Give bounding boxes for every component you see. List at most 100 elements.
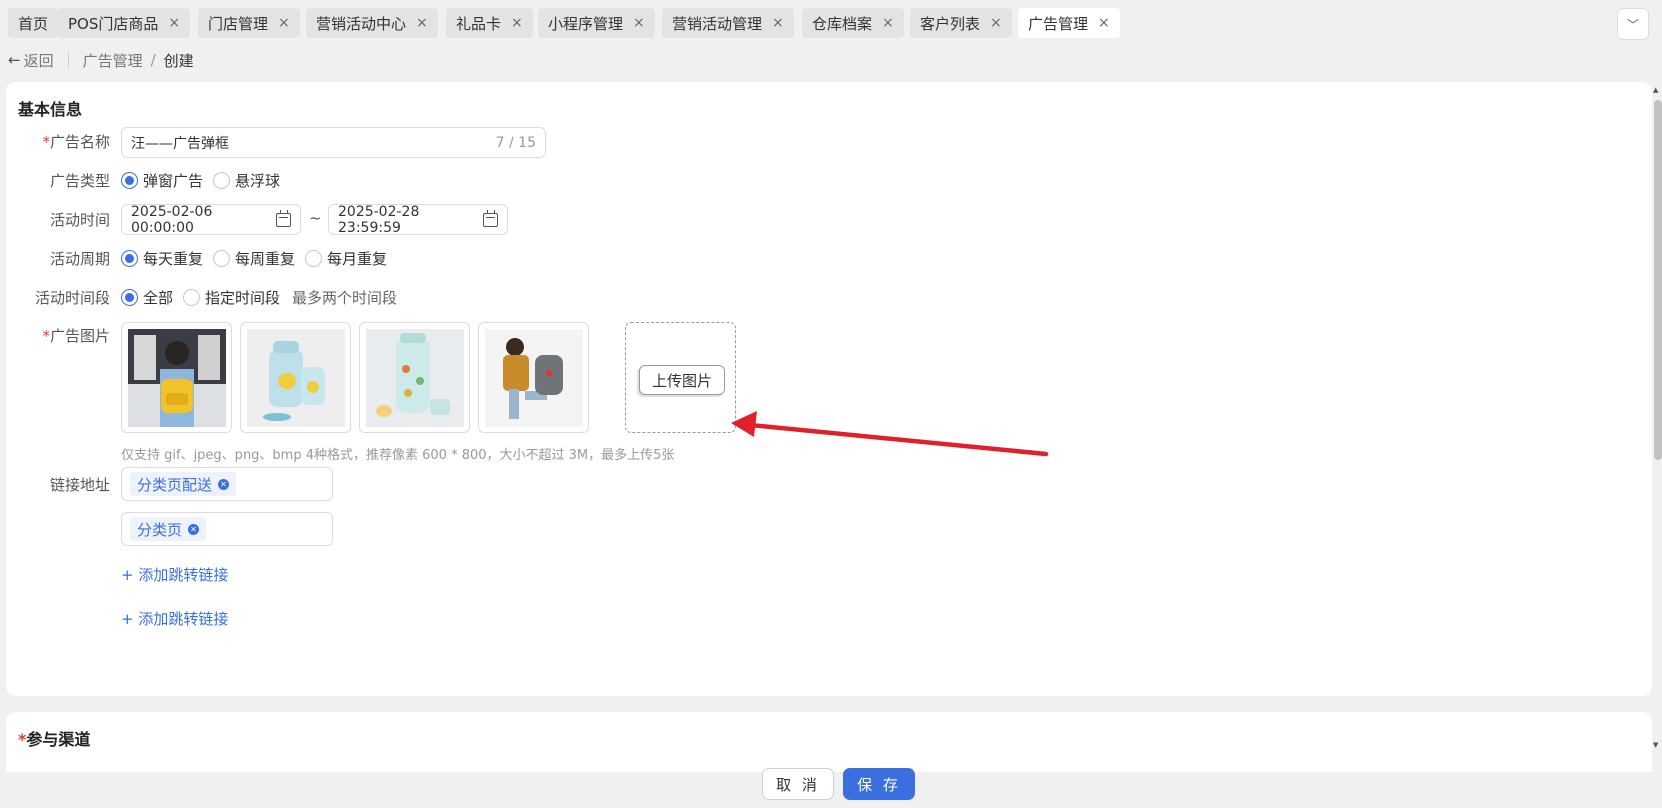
- ad-name-input[interactable]: 汪——广告弹框 7 / 15: [121, 127, 546, 158]
- cancel-button[interactable]: 取 消: [762, 768, 834, 800]
- tab-label: 营销活动管理: [672, 14, 763, 33]
- tab-ad-management[interactable]: 广告管理 ×: [1018, 8, 1120, 38]
- radio-dot: [121, 249, 138, 267]
- add-link-button[interactable]: + 添加跳转链接: [121, 608, 228, 629]
- basic-info-card: 基本信息 *广告名称 汪——广告弹框 7 / 15 广告类型 弹窗广告 悬浮球 …: [6, 82, 1652, 696]
- end-date-picker[interactable]: 2025-02-28 23:59:59: [328, 203, 508, 236]
- close-icon[interactable]: ×: [772, 15, 784, 31]
- char-count: 7 / 15: [495, 134, 536, 151]
- radio-dot: [305, 249, 323, 267]
- breadcrumb-current: 创建: [163, 51, 194, 70]
- start-date-picker[interactable]: 2025-02-06 00:00:00: [121, 203, 301, 236]
- close-icon[interactable]: ×: [278, 15, 290, 31]
- tab-mini-program[interactable]: 小程序管理 ×: [538, 8, 655, 38]
- close-icon[interactable]: ×: [1098, 15, 1110, 31]
- image-thumbnail-4[interactable]: [478, 322, 589, 433]
- close-icon[interactable]: ×: [416, 15, 428, 31]
- label-text: 广告名称: [49, 133, 110, 151]
- upload-image-button[interactable]: 上传图片: [639, 365, 725, 395]
- back-button[interactable]: ← 返回: [8, 50, 54, 71]
- tag-label: 分类页配送: [137, 475, 213, 494]
- tab-home[interactable]: 首页: [8, 8, 59, 38]
- save-button[interactable]: 保 存: [843, 768, 915, 800]
- scrollbar-thumb[interactable]: [1654, 100, 1662, 460]
- ad-name-value: 汪——广告弹框: [131, 135, 229, 152]
- link-tag: 分类页配送 ✕: [130, 472, 237, 496]
- tab-gift-card[interactable]: 礼品卡 ×: [446, 8, 533, 38]
- scroll-up-icon[interactable]: ▲: [1653, 86, 1658, 94]
- radio-daily[interactable]: 每天重复: [121, 248, 203, 269]
- tab-label: 仓库档案: [812, 14, 873, 33]
- tab-customer-list[interactable]: 客户列表 ×: [910, 8, 1012, 38]
- link-select-1[interactable]: 分类页配送 ✕: [121, 467, 333, 501]
- ad-type-label: 广告类型: [49, 172, 110, 190]
- image-thumbnail-1[interactable]: [121, 322, 232, 433]
- radio-label: 每月重复: [327, 249, 388, 268]
- link-select-2[interactable]: 分类页 ✕: [121, 512, 333, 546]
- scroll-down-icon[interactable]: ▼: [1653, 741, 1658, 749]
- period-radio-group: 全部 指定时间段 最多两个时间段: [121, 286, 397, 308]
- end-date-value: 2025-02-28 23:59:59: [338, 203, 420, 236]
- breadcrumb: ← 返回 广告管理 / 创建: [8, 49, 194, 71]
- activity-period-label: 活动时间段: [34, 289, 110, 307]
- period-hint: 最多两个时间段: [292, 288, 398, 307]
- thermos-bottle-photo: [365, 328, 464, 427]
- radio-dot: [213, 249, 231, 267]
- radio-monthly[interactable]: 每月重复: [305, 248, 387, 269]
- tab-marketing-center[interactable]: 营销活动中心 ×: [306, 8, 438, 38]
- tab-label: 小程序管理: [548, 14, 624, 33]
- date-range-separator: ~: [309, 209, 322, 227]
- required-mark: *: [42, 133, 50, 151]
- close-icon[interactable]: ✕: [188, 523, 200, 535]
- image-thumbnail-2[interactable]: [240, 322, 351, 433]
- close-icon[interactable]: ×: [511, 15, 523, 31]
- label-text: 广告图片: [49, 327, 110, 345]
- section-title: *参与渠道: [18, 726, 90, 750]
- close-icon[interactable]: ×: [168, 15, 180, 31]
- ad-type-radio-group: 弹窗广告 悬浮球: [121, 169, 290, 191]
- radio-label: 全部: [143, 288, 174, 307]
- close-icon[interactable]: ×: [990, 15, 1002, 31]
- radio-label: 指定时间段: [205, 288, 281, 307]
- grey-backpack-photo: [484, 328, 583, 427]
- required-mark: *: [42, 327, 50, 345]
- tab-label: 门店管理: [208, 14, 269, 33]
- radio-dot: [121, 171, 138, 189]
- close-icon[interactable]: ×: [633, 15, 645, 31]
- back-label: 返回: [23, 51, 54, 70]
- tab-bar: 首页 POS门店商品 × 门店管理 × 营销活动中心 × 礼品卡 × 小程序管理 × 营销…: [0, 0, 1662, 46]
- breadcrumb-parent[interactable]: 广告管理: [83, 50, 143, 71]
- calendar-icon: [483, 209, 498, 227]
- tab-store-management[interactable]: 门店管理 ×: [198, 8, 300, 38]
- arrow-left-icon: ←: [8, 51, 21, 69]
- section-title: 基本信息: [18, 100, 83, 119]
- ad-name-label: *广告名称: [42, 131, 110, 152]
- footer-bar: 取 消 保 存: [0, 760, 1662, 808]
- tab-marketing-management[interactable]: 营销活动管理 ×: [662, 8, 794, 38]
- radio-all[interactable]: 全部: [121, 287, 173, 308]
- tab-label: 礼品卡: [456, 14, 502, 33]
- yellow-backpack-photo: [127, 328, 226, 427]
- tab-pos-products[interactable]: POS门店商品 ×: [58, 8, 191, 38]
- tab-more-button[interactable]: ﹀: [1617, 8, 1649, 40]
- ad-image-label: *广告图片: [42, 325, 110, 346]
- radio-specific-period[interactable]: 指定时间段: [183, 287, 280, 308]
- radio-weekly[interactable]: 每周重复: [213, 248, 295, 269]
- radio-floating-ball[interactable]: 悬浮球: [213, 170, 280, 191]
- radio-popup-ad[interactable]: 弹窗广告: [121, 170, 203, 191]
- close-icon[interactable]: ✕: [218, 478, 230, 490]
- link-tag: 分类页 ✕: [130, 517, 207, 541]
- add-link-button[interactable]: + 添加跳转链接: [121, 564, 228, 585]
- image-thumbnail-3[interactable]: [359, 322, 470, 433]
- activity-cycle-label: 活动周期: [49, 250, 110, 268]
- tab-warehouse[interactable]: 仓库档案 ×: [802, 8, 904, 38]
- upload-image-area[interactable]: 上传图片: [625, 322, 736, 433]
- tag-label: 分类页: [137, 520, 183, 539]
- close-icon[interactable]: ×: [882, 15, 894, 31]
- activity-time-label: 活动时间: [49, 211, 110, 229]
- section-title-text: 参与渠道: [26, 730, 91, 749]
- radio-label: 弹窗广告: [143, 171, 204, 190]
- start-date-value: 2025-02-06 00:00:00: [131, 203, 213, 236]
- calendar-icon: [276, 209, 291, 227]
- kids-cup-photo: [246, 328, 345, 427]
